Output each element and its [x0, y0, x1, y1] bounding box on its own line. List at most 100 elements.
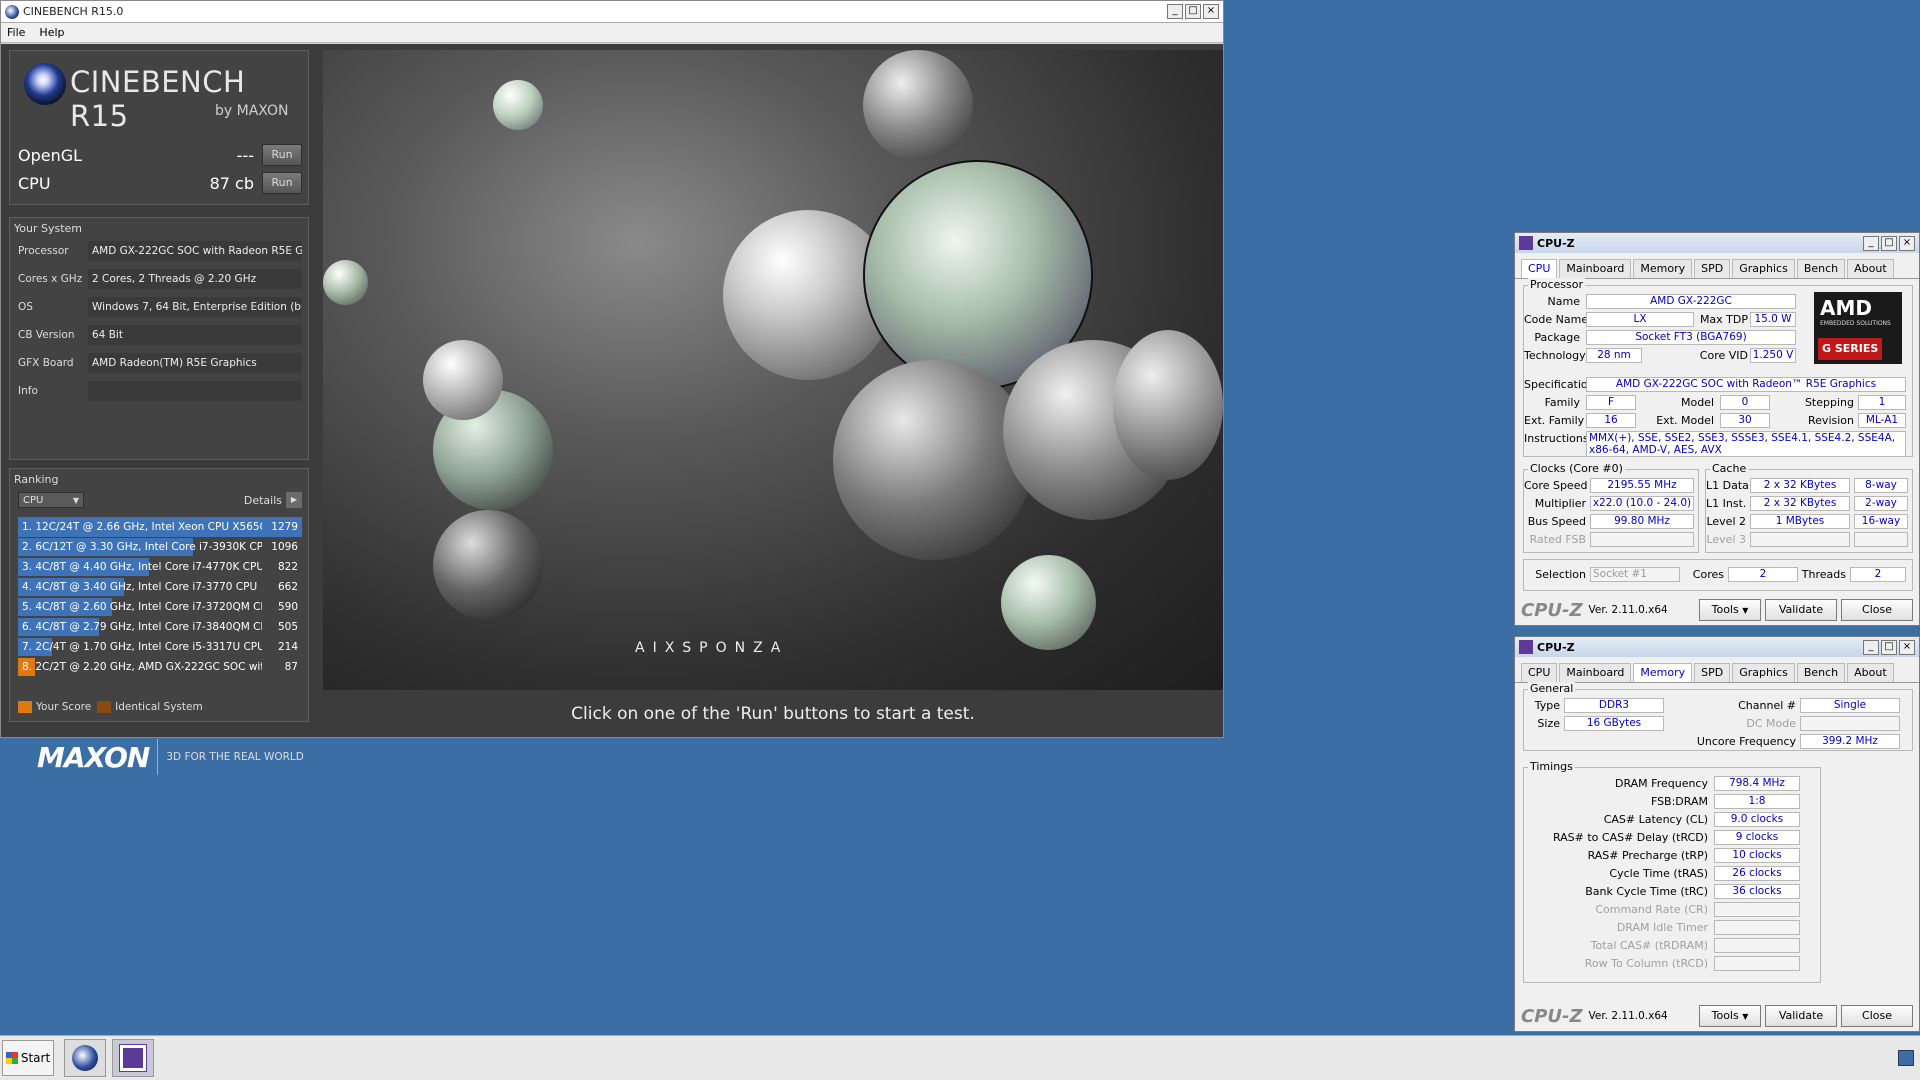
start-button[interactable]: Start	[2, 1040, 54, 1076]
timing-value: 9.0 clocks	[1714, 812, 1800, 827]
socket-select[interactable]: Socket #1	[1590, 567, 1680, 582]
uncore-frequency-value: 399.2 MHz	[1800, 734, 1900, 749]
close-window-button[interactable]: Close	[1841, 599, 1913, 621]
menu-help[interactable]: Help	[39, 26, 64, 39]
ranking-item[interactable]: 6. 4C/8T @ 2.79 GHz, Intel Core i7-3840Q…	[18, 617, 302, 637]
minimize-button[interactable]: _	[1863, 235, 1879, 251]
tab-mainboard[interactable]: Mainboard	[1559, 663, 1632, 682]
tab-mainboard[interactable]: Mainboard	[1559, 259, 1632, 278]
processor-group: Processor Name AMD GX-222GC Code Name LX…	[1523, 278, 1913, 457]
timing-label: RAS# Precharge (tRP)	[1587, 849, 1708, 862]
system-value[interactable]: Windows 7, 64 Bit, Enterprise Edition (b…	[88, 297, 302, 317]
tab-graphics[interactable]: Graphics	[1732, 663, 1795, 682]
your-system-title: Your System	[14, 222, 82, 235]
system-row: GFX Board AMD Radeon(TM) R5E Graphics	[18, 352, 302, 374]
close-button[interactable]: ×	[1203, 4, 1219, 19]
opengl-label: OpenGL	[18, 145, 83, 165]
validate-button[interactable]: Validate	[1765, 599, 1837, 621]
processor-group-title: Processor	[1528, 278, 1585, 291]
tab-spd[interactable]: SPD	[1694, 663, 1731, 682]
cpuz-footer: CPU-Z Ver. 2.11.0.x64 Tools ▼ Validate C…	[1515, 595, 1919, 625]
cpuz-app-icon	[119, 1044, 147, 1072]
show-desktop-icon[interactable]	[1898, 1050, 1914, 1066]
system-row: Processor AMD GX-222GC SOC with Radeon R…	[18, 240, 302, 262]
maximize-button[interactable]: □	[1881, 639, 1897, 655]
minimize-button[interactable]: _	[1167, 4, 1183, 19]
ranking-item-label: 3. 4C/8T @ 4.40 GHz, Intel Core i7-4770K…	[22, 561, 262, 573]
timings-group-title: Timings	[1528, 760, 1575, 773]
maximize-button[interactable]: □	[1185, 4, 1201, 19]
ranking-item[interactable]: 3. 4C/8T @ 4.40 GHz, Intel Core i7-4770K…	[18, 557, 302, 577]
tab-memory[interactable]: Memory	[1633, 259, 1693, 278]
ranking-item-score: 87	[284, 661, 298, 673]
timing-label: Total CAS# (tRDRAM)	[1590, 939, 1708, 952]
cpuz-title: CPU-Z	[1537, 236, 1575, 250]
tab-about[interactable]: About	[1847, 663, 1894, 682]
ranking-type-select[interactable]: CPU ▼	[18, 492, 84, 508]
tab-spd[interactable]: SPD	[1694, 259, 1731, 278]
cpuz-titlebar[interactable]: CPU-Z _ □ ×	[1515, 233, 1919, 253]
render-viewport: AIXSPONZA	[323, 50, 1223, 690]
taskbar-cpuz-button[interactable]	[112, 1039, 154, 1077]
core-vid-label: Core VID	[1699, 349, 1748, 362]
timing-label: DRAM Idle Timer	[1616, 921, 1708, 934]
ranking-item[interactable]: 2. 6C/12T @ 3.30 GHz, Intel Core i7-3930…	[18, 537, 302, 557]
close-button[interactable]: ×	[1899, 235, 1915, 251]
validate-button[interactable]: Validate	[1765, 1005, 1837, 1027]
stepping-value: 1	[1858, 395, 1906, 410]
cpuz-tabs: CPU Mainboard Memory SPD Graphics Bench …	[1515, 253, 1919, 279]
timing-label: FSB:DRAM	[1650, 795, 1708, 808]
ranking-item[interactable]: 7. 2C/4T @ 1.70 GHz, Intel Core i5-3317U…	[18, 637, 302, 657]
minimize-button[interactable]: _	[1863, 639, 1879, 655]
ranking-item-label: 1. 12C/24T @ 2.66 GHz, Intel Xeon CPU X5…	[22, 521, 262, 533]
cinebench-titlebar[interactable]: CINEBENCH R15.0 _ □ ×	[1, 1, 1223, 23]
tab-bench[interactable]: Bench	[1796, 259, 1846, 278]
tab-cpu[interactable]: CPU	[1521, 259, 1558, 278]
system-value[interactable]: 2 Cores, 2 Threads @ 2.20 GHz	[88, 269, 302, 289]
revision-label: Revision	[1808, 414, 1854, 427]
close-window-button[interactable]: Close	[1841, 1005, 1913, 1027]
close-button[interactable]: ×	[1899, 639, 1915, 655]
timing-value: 9 clocks	[1714, 830, 1800, 845]
ranking-item-score: 214	[277, 641, 298, 653]
maximize-button[interactable]: □	[1881, 235, 1897, 251]
tab-graphics[interactable]: Graphics	[1732, 259, 1795, 278]
ranking-item-label: 5. 4C/8T @ 2.60 GHz, Intel Core i7-3720Q…	[22, 601, 262, 613]
cpu-run-button[interactable]: Run	[262, 172, 302, 194]
timing-value: 26 clocks	[1714, 866, 1800, 881]
package-label: Package	[1534, 331, 1580, 344]
tab-bench[interactable]: Bench	[1796, 663, 1846, 682]
ranking-item[interactable]: 4. 4C/8T @ 3.40 GHz, Intel Core i7-3770 …	[18, 577, 302, 597]
system-value[interactable]: 64 Bit	[88, 325, 302, 345]
system-info-value[interactable]	[88, 381, 302, 401]
stepping-label: Stepping	[1804, 396, 1854, 409]
model-value: 0	[1720, 395, 1770, 410]
ranking-item-label: 6. 4C/8T @ 2.79 GHz, Intel Core i7-3840Q…	[22, 621, 262, 633]
ranking-item[interactable]: 1. 12C/24T @ 2.66 GHz, Intel Xeon CPU X5…	[18, 517, 302, 537]
opengl-run-button[interactable]: Run	[262, 144, 302, 166]
maxon-tagline: 3D FOR THE REAL WORLD	[166, 751, 304, 763]
system-key: Cores x GHz	[18, 273, 83, 285]
menu-file[interactable]: File	[7, 26, 25, 39]
bus-speed-label: Bus Speed	[1527, 515, 1586, 528]
cores-value: 2	[1728, 567, 1798, 582]
ranking-item[interactable]: 8. 2C/2T @ 2.20 GHz, AMD GX-222GC SOC wi…	[18, 657, 302, 677]
maxon-logo: MAXON	[37, 740, 150, 774]
bus-speed-value: 99.80 MHz	[1590, 514, 1694, 529]
memory-size-value: 16 GBytes	[1564, 716, 1664, 731]
taskbar-cinebench-button[interactable]	[64, 1039, 106, 1077]
ext-model-value: 30	[1720, 413, 1770, 428]
tab-memory[interactable]: Memory	[1633, 663, 1693, 682]
cpuz-titlebar[interactable]: CPU-Z _ □ ×	[1515, 637, 1919, 657]
system-value[interactable]: AMD Radeon(TM) R5E Graphics	[88, 353, 302, 373]
ranking-item[interactable]: 5. 4C/8T @ 2.60 GHz, Intel Core i7-3720Q…	[18, 597, 302, 617]
tab-cpu[interactable]: CPU	[1521, 663, 1558, 682]
maxon-divider	[157, 739, 159, 775]
system-value[interactable]: AMD GX-222GC SOC with Radeon R5E Gra	[88, 241, 302, 261]
tab-about[interactable]: About	[1847, 259, 1894, 278]
tools-button[interactable]: Tools ▼	[1699, 1005, 1761, 1027]
tools-button[interactable]: Tools ▼	[1699, 599, 1761, 621]
identical-system-label: Identical System	[115, 701, 203, 713]
timing-label: DRAM Frequency	[1614, 777, 1708, 790]
details-toggle[interactable]: Details ▶	[244, 492, 302, 508]
